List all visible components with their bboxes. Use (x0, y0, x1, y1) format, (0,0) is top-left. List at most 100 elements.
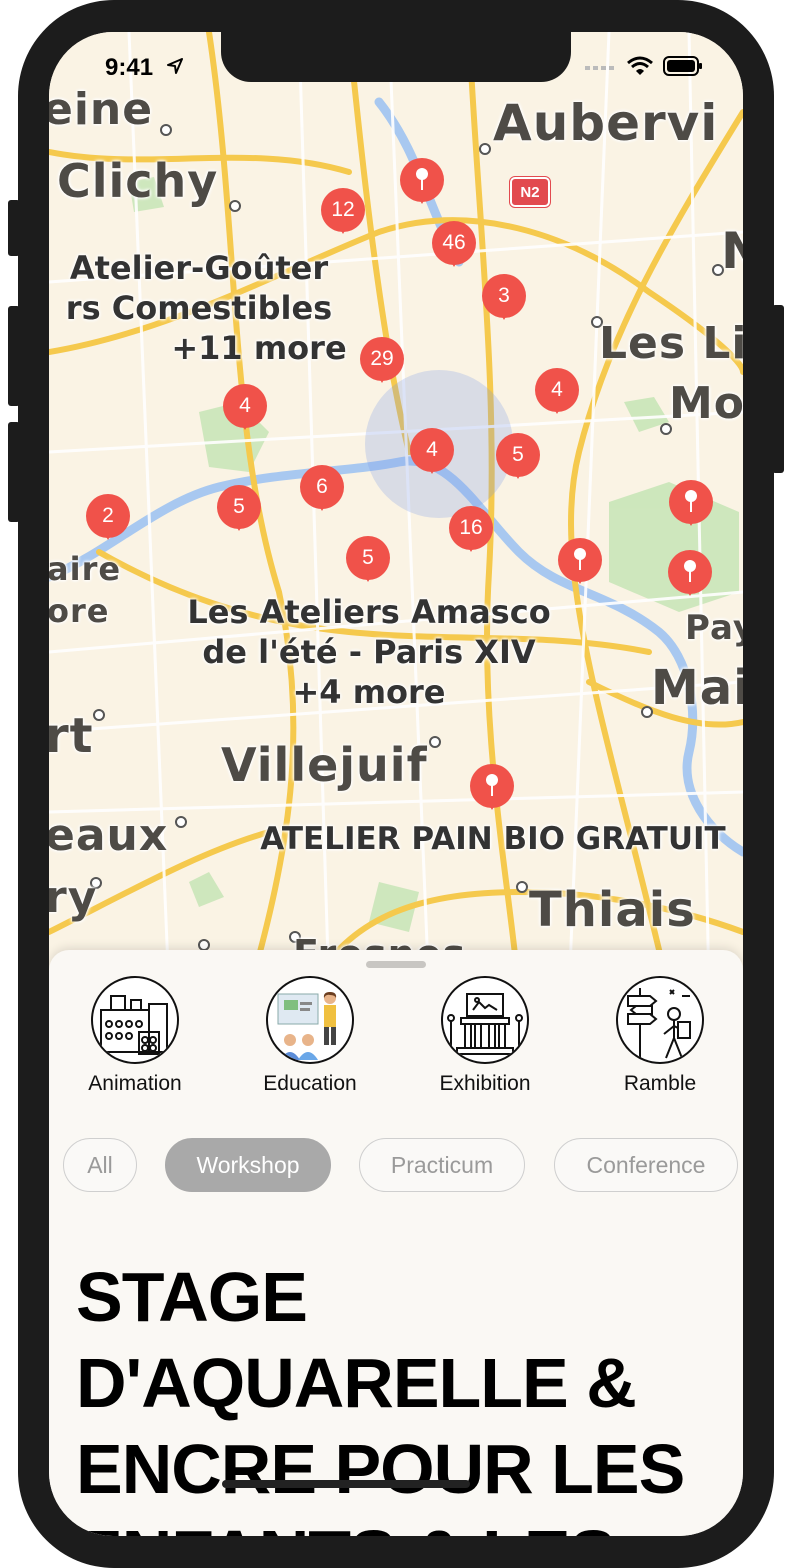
place-label: Les Li (599, 318, 743, 369)
category-label: Animation (88, 1072, 182, 1095)
pin-stick (579, 558, 581, 570)
museum-icon (441, 976, 529, 1064)
filter-chip-workshop[interactable]: Workshop (165, 1138, 331, 1192)
poi-label-more: +4 more (292, 673, 446, 711)
power-button (772, 305, 784, 473)
cluster-count: 29 (360, 337, 404, 381)
poi-label-line: de l'été - Paris XIV (202, 633, 536, 671)
place-label: Villejuif (221, 738, 428, 792)
cluster-pin[interactable]: 16 (449, 506, 493, 562)
location-arrow-icon (167, 58, 183, 74)
place-label: eaux (49, 810, 169, 861)
sheet-grabber[interactable] (366, 961, 426, 968)
cluster-count: 6 (300, 465, 344, 509)
filter-chip-practicum[interactable]: Practicum (359, 1138, 525, 1192)
cluster-pin[interactable]: 5 (346, 536, 390, 592)
cluster-pin[interactable]: 12 (321, 188, 365, 244)
cluster-pin[interactable]: 29 (360, 337, 404, 393)
pin-stick (421, 178, 423, 190)
location-pin[interactable] (669, 480, 713, 536)
location-pin[interactable] (400, 158, 444, 214)
pin-head (668, 550, 712, 594)
poi-label-more: +11 more (171, 329, 347, 367)
location-pin[interactable] (668, 550, 712, 606)
cluster-count: 4 (223, 384, 267, 428)
poi-label[interactable]: ATELIER PAIN BIO GRATUIT (260, 820, 725, 859)
poi-label-line: Atelier-Goûter (69, 249, 329, 287)
cluster-pin[interactable]: 4 (223, 384, 267, 440)
status-time: 9:41 (105, 54, 154, 81)
poi-label[interactable]: Les Ateliers Amasco de l'été - Paris XIV… (187, 592, 550, 712)
cluster-count: 4 (410, 428, 454, 472)
event-title[interactable]: STAGE D'AQUARELLE & ENCRE POUR LES ENFAN… (76, 1254, 736, 1536)
cluster-pin[interactable]: 2 (86, 494, 130, 550)
wifi-icon (627, 56, 653, 75)
map-view[interactable]: eine Aubervi Clichy N Les Li Mo aire ore… (49, 32, 743, 992)
place-label: Mai (651, 660, 743, 716)
cluster-pin[interactable]: 6 (300, 465, 344, 521)
cluster-pin[interactable]: 5 (496, 433, 540, 489)
place-label: Clichy (57, 154, 219, 208)
home-indicator[interactable] (222, 1480, 470, 1488)
cluster-count: 5 (346, 536, 390, 580)
cluster-count: 46 (432, 221, 476, 265)
signpost-hiker-icon (616, 976, 704, 1064)
pin-head (470, 764, 514, 808)
pin-stick (690, 500, 692, 512)
cluster-pin[interactable]: 3 (482, 274, 526, 330)
pin-head (669, 480, 713, 524)
pin-head (400, 158, 444, 202)
cluster-count: 12 (321, 188, 365, 232)
place-label: eine (49, 84, 154, 135)
cluster-pin[interactable]: 4 (535, 368, 579, 424)
cluster-pin[interactable]: 46 (432, 221, 476, 277)
poi-label-line: ATELIER PAIN BIO GRATUIT (260, 821, 726, 857)
cluster-count: 5 (217, 485, 261, 529)
teacher-icon (266, 976, 354, 1064)
category-education[interactable]: Education (235, 976, 385, 1096)
place-label: Aubervi (493, 94, 719, 152)
place-label: aire (49, 550, 122, 588)
volume-down-button (8, 422, 20, 522)
category-ramble[interactable]: Ramble (585, 976, 735, 1096)
cluster-count: 3 (482, 274, 526, 318)
category-animation[interactable]: Animation (60, 976, 210, 1096)
cluster-count: 16 (449, 506, 493, 550)
place-label: Mo (669, 378, 743, 429)
notch (221, 32, 571, 82)
place-label: N (721, 222, 743, 280)
factory-icon (91, 976, 179, 1064)
poi-label[interactable]: Atelier-Goûter rs Comestibles +11 more (51, 248, 347, 368)
cluster-count: 5 (496, 433, 540, 477)
mute-switch (8, 200, 20, 256)
cluster-count: 2 (86, 494, 130, 538)
pin-head (558, 538, 602, 582)
location-pin[interactable] (470, 764, 514, 820)
category-label: Education (263, 1072, 357, 1095)
pin-stick (689, 570, 691, 582)
volume-up-button (8, 306, 20, 406)
place-label: rt (49, 708, 94, 764)
status-icons (585, 56, 703, 76)
place-label: Pay (685, 608, 743, 648)
pin-stick (491, 784, 493, 796)
place-label: Thiais (529, 882, 696, 938)
road-badge: N2 (510, 177, 550, 207)
battery-icon (663, 56, 702, 76)
filter-chip-all[interactable]: All (63, 1138, 137, 1192)
poi-label-line: Les Ateliers Amasco (187, 593, 551, 631)
bottom-sheet[interactable]: Animation Education Exhibition Ramble Al… (49, 950, 743, 1536)
category-label: Ramble (623, 1072, 697, 1095)
category-exhibition[interactable]: Exhibition (410, 976, 560, 1096)
place-label: ore (49, 592, 110, 630)
cellular-signal-icon (585, 66, 614, 70)
category-label: Exhibition (439, 1072, 531, 1095)
cluster-pin[interactable]: 5 (217, 485, 261, 541)
cluster-pin[interactable]: 4 (410, 428, 454, 484)
filter-chip-conference[interactable]: Conference (554, 1138, 738, 1192)
screen: eine Aubervi Clichy N Les Li Mo aire ore… (49, 32, 743, 1536)
poi-label-line: rs Comestibles (65, 289, 333, 327)
cluster-count: 4 (535, 368, 579, 412)
place-label: ry (49, 872, 98, 923)
location-pin[interactable] (558, 538, 602, 594)
